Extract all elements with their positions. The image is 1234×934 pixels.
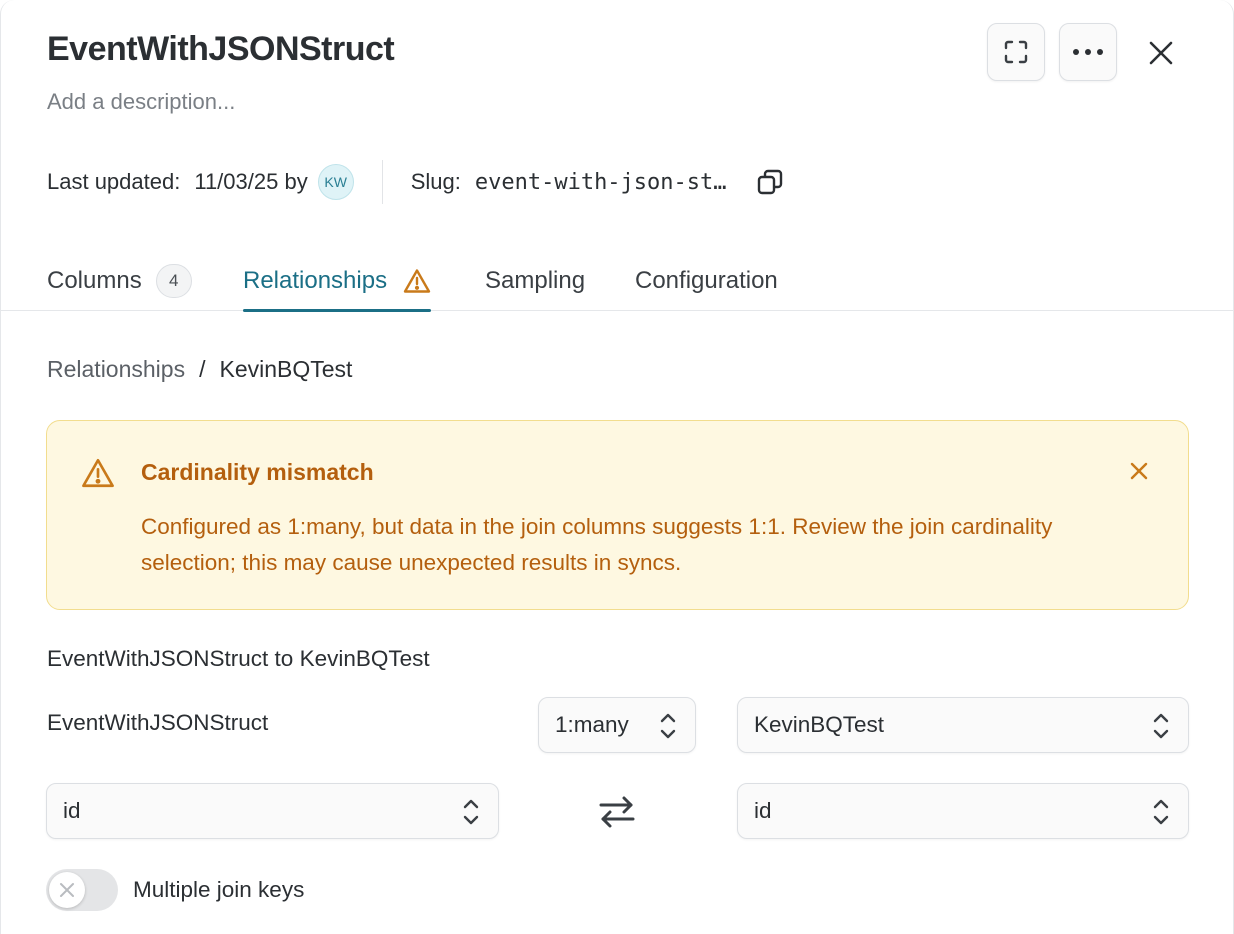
breadcrumb-parent-link[interactable]: Relationships xyxy=(47,356,185,383)
multiple-join-keys-row: Multiple join keys xyxy=(46,869,304,911)
tab-configuration[interactable]: Configuration xyxy=(635,250,778,311)
avatar[interactable]: KW xyxy=(317,164,354,200)
tab-count-badge: 4 xyxy=(155,263,192,298)
source-model-label: EventWithJSONStruct xyxy=(47,710,269,735)
more-horizontal-icon xyxy=(1073,49,1103,55)
target-key-select[interactable]: id xyxy=(737,783,1189,839)
description-field[interactable]: Add a description... xyxy=(47,89,235,115)
alert-message: Configured as 1:many, but data in the jo… xyxy=(141,514,1053,575)
expand-icon xyxy=(1004,40,1028,64)
x-icon xyxy=(60,883,74,897)
tab-label: Configuration xyxy=(635,266,778,294)
target-key-value: id xyxy=(754,798,772,823)
close-button[interactable] xyxy=(1139,31,1183,75)
target-model-select[interactable]: KevinBQTest xyxy=(737,697,1189,753)
toggle-knob xyxy=(49,872,85,908)
tab-label: Relationships xyxy=(243,266,388,294)
source-key-value: id xyxy=(63,798,81,823)
tab-label: Columns xyxy=(47,266,142,294)
chevron-up-down-icon xyxy=(463,799,479,825)
close-icon xyxy=(1130,462,1148,480)
tab-relationships[interactable]: Relationships xyxy=(243,250,432,312)
breadcrumb-current: KevinBQTest xyxy=(219,356,353,382)
chevron-up-down-icon xyxy=(1153,799,1169,825)
cardinality-select[interactable]: 1:many xyxy=(538,697,696,753)
expand-button[interactable] xyxy=(987,23,1045,81)
multiple-join-keys-label: Multiple join keys xyxy=(133,877,305,902)
page-title: EventWithJSONStruct xyxy=(47,30,395,68)
model-detail-panel: EventWithJSONStruct Add a description...… xyxy=(0,0,1234,934)
meta-row: Last updated: 11/03/25 by KW Slug: event… xyxy=(47,160,785,204)
warning-icon xyxy=(403,268,431,294)
alert-title: Cardinality mismatch xyxy=(141,459,374,485)
slug-value: event-with-json-st… xyxy=(474,169,727,195)
tab-sampling[interactable]: Sampling xyxy=(485,250,585,311)
last-updated-label: Last updated: xyxy=(47,169,181,194)
tab-bar: Columns 4 Relationships Sampling Configu… xyxy=(1,250,1234,312)
cardinality-value: 1:many xyxy=(555,712,629,737)
copy-slug-button[interactable] xyxy=(755,167,785,197)
swap-arrows-icon xyxy=(599,796,635,828)
multiple-join-keys-toggle[interactable] xyxy=(46,869,118,911)
dismiss-alert-button[interactable] xyxy=(1125,457,1153,485)
target-model-value: KevinBQTest xyxy=(754,712,885,737)
close-icon xyxy=(1149,41,1173,65)
breadcrumb-separator: / xyxy=(199,356,206,382)
tab-columns[interactable]: Columns 4 xyxy=(47,250,192,311)
last-updated-value: 11/03/25 by xyxy=(194,169,308,194)
copy-icon xyxy=(757,169,782,195)
breadcrumb: Relationships / KevinBQTest xyxy=(47,356,352,383)
cardinality-warning-alert: Cardinality mismatch Configured as 1:man… xyxy=(46,420,1189,610)
tab-label: Sampling xyxy=(485,266,586,294)
source-key-select[interactable]: id xyxy=(46,783,499,839)
more-options-button[interactable] xyxy=(1059,23,1117,81)
relationship-heading: EventWithJSONStruct to KevinBQTest xyxy=(47,646,430,671)
warning-icon xyxy=(81,457,115,494)
slug-label: Slug: xyxy=(410,169,461,194)
chevron-up-down-icon xyxy=(660,713,676,739)
chevron-up-down-icon xyxy=(1153,713,1169,739)
meta-divider xyxy=(381,160,383,204)
